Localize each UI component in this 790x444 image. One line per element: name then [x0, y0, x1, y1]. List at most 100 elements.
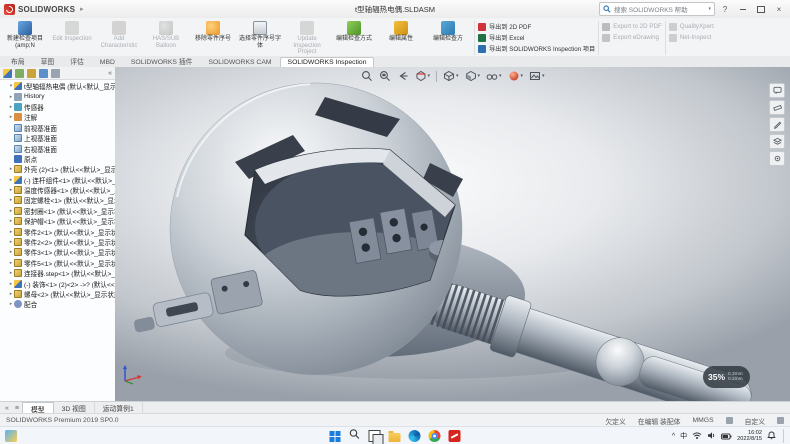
volume-icon[interactable]: [707, 427, 716, 444]
propertymanager-tab-icon[interactable]: [15, 69, 24, 78]
tray-overflow-caret-icon[interactable]: ^: [672, 433, 675, 440]
apply-scene-button[interactable]: ▾: [528, 69, 546, 83]
edit-appearance-button[interactable]: ▾: [507, 69, 525, 83]
tree-item[interactable]: ▸ 螺母<2> (默认<<默认>_显示状态...: [0, 289, 115, 299]
dropdown-caret-icon[interactable]: ▾: [521, 73, 524, 79]
ribbon-menu-item[interactable]: Net-Inspect: [669, 33, 714, 42]
minimize-button[interactable]: [735, 2, 751, 16]
maximize-button[interactable]: [753, 2, 769, 16]
ribbon-button[interactable]: 选择零件序号字体: [237, 19, 283, 57]
dropdown-caret-icon[interactable]: ▾: [456, 73, 459, 79]
ribbon-menu-item[interactable]: 导出到 Excel: [478, 33, 595, 42]
tree-item[interactable]: ▸ 传感器: [0, 102, 115, 112]
tree-item[interactable]: ▸ 外壳 (2)<1> (默认<<默认>_显示状态-: [0, 164, 115, 174]
layers-tool-button[interactable]: [769, 134, 785, 149]
tree-item[interactable]: ▸ 零件2<1> (默认<<默认>_显示状态...: [0, 226, 115, 236]
displaymanager-tab-icon[interactable]: [51, 69, 60, 78]
command-tab[interactable]: MBD: [92, 57, 123, 67]
solidworks-app-icon[interactable]: [449, 430, 461, 442]
wifi-icon[interactable]: [692, 427, 702, 444]
ribbon-menu-item[interactable]: Export eDrawing: [602, 33, 662, 42]
ribbon-button[interactable]: 编辑检查方: [425, 19, 471, 57]
featuremanager-tab-icon[interactable]: [3, 69, 12, 78]
comment-tool-button[interactable]: [769, 83, 785, 98]
tree-item[interactable]: ▸ 零件2<2> (默认<<默认>_显示状...: [0, 237, 115, 247]
edge-browser-icon[interactable]: [409, 430, 421, 442]
tab-list-icon[interactable]: ≡: [12, 405, 22, 412]
display-style-button[interactable]: ▾: [463, 69, 481, 83]
zoom-area-button[interactable]: [377, 69, 391, 83]
tree-item[interactable]: ▸ (-) 连杆组件<1> (默认<<默认>_显...: [0, 175, 115, 185]
ribbon-button[interactable]: Edit Inspection: [49, 19, 95, 57]
tree-item[interactable]: 右视基准面: [0, 143, 115, 153]
tree-item[interactable]: ▸ 连接器.step<1> (默认<<默认>_显...: [0, 268, 115, 278]
help-button[interactable]: ?: [717, 2, 733, 16]
configurationmanager-tab-icon[interactable]: [27, 69, 36, 78]
graphics-area[interactable]: ▾ ▾ ▾ ▾ ▾ ▾ 35%: [115, 67, 790, 401]
help-search-box[interactable]: 搜索 SOLIDWORKS 帮助 ▾: [599, 2, 715, 16]
tree-item[interactable]: ▸ 保护帽<1> (默认<<默认>_显示状...: [0, 216, 115, 226]
battery-icon[interactable]: [721, 427, 732, 444]
ribbon-button[interactable]: 编辑属性: [378, 19, 424, 57]
settings-tool-button[interactable]: [769, 151, 785, 166]
tree-item[interactable]: ▸ 注解: [0, 112, 115, 122]
ribbon-button[interactable]: Update Inspection Project: [284, 19, 330, 57]
tree-item[interactable]: 前视基准面: [0, 123, 115, 133]
section-view-button[interactable]: ▾: [413, 69, 431, 83]
notification-bell-icon[interactable]: [767, 427, 776, 444]
taskbar-search-icon[interactable]: [349, 427, 361, 444]
tree-item[interactable]: ▸ 固定螺栓<1> (默认<<默认>_显示状...: [0, 195, 115, 205]
edit-status-icon[interactable]: [726, 417, 733, 424]
input-method-indicator[interactable]: 中: [680, 431, 687, 441]
dimxpertmanager-tab-icon[interactable]: [39, 69, 48, 78]
collapse-panel-arrow-icon[interactable]: «: [108, 70, 112, 77]
command-tab[interactable]: 布局: [3, 54, 33, 67]
status-item-units[interactable]: MMGS: [692, 417, 713, 424]
command-tab[interactable]: SOLIDWORKS CAM: [200, 57, 279, 67]
ribbon-menu-item[interactable]: 导出到 2D PDF: [478, 22, 595, 31]
close-button[interactable]: ×: [771, 2, 787, 16]
dropdown-caret-icon[interactable]: ▾: [477, 73, 480, 79]
tree-item[interactable]: ▸ History: [0, 91, 115, 101]
dropdown-caret-icon[interactable]: ▾: [427, 73, 430, 79]
tree-item[interactable]: ▸ 零件3<1> (默认<<默认>_显示状...: [0, 247, 115, 257]
ribbon-button[interactable]: 编辑检查方式: [331, 19, 377, 57]
tree-item[interactable]: ▸ 零件5<1> (默认<<默认>_显示状...: [0, 258, 115, 268]
chrome-browser-icon[interactable]: [429, 430, 441, 442]
ribbon-button[interactable]: HAS/SUB Balloon: [143, 19, 189, 57]
tree-item[interactable]: ▸ 温度传感器<1> (默认<<默认>_显示...: [0, 185, 115, 195]
search-dropdown-caret-icon[interactable]: ▾: [708, 6, 711, 12]
dropdown-caret-icon[interactable]: ▾: [542, 73, 545, 79]
start-button-icon[interactable]: [330, 431, 341, 442]
tree-item[interactable]: ▾ t型轴辐热电偶 (默认<默认_显示状态-1: [0, 81, 115, 91]
command-tab[interactable]: 评估: [62, 54, 92, 67]
3d-model-thermocouple-assembly[interactable]: [115, 67, 790, 401]
zoom-fit-button[interactable]: [359, 69, 373, 83]
status-item-custom[interactable]: 自定义: [745, 416, 765, 426]
task-view-icon[interactable]: [369, 430, 381, 442]
ribbon-button[interactable]: 新建检查项目(amp;N: [2, 19, 48, 57]
show-desktop-sliver[interactable]: [783, 429, 786, 443]
dropdown-caret-icon[interactable]: ▾: [499, 73, 502, 79]
ribbon-menu-item[interactable]: 导出到 SOLIDWORKS Inspection 项目: [478, 44, 595, 53]
tree-item[interactable]: ▸ 密封圈<1> (默认<<默认>_显示状态...: [0, 206, 115, 216]
tree-item[interactable]: 上视基准面: [0, 133, 115, 143]
ribbon-button[interactable]: 移除零件序号: [190, 19, 236, 57]
command-tab[interactable]: SOLIDWORKS Inspection: [280, 57, 375, 67]
view-orientation-button[interactable]: ▾: [442, 69, 460, 83]
hide-show-items-button[interactable]: ▾: [485, 69, 503, 83]
tree-item[interactable]: ▸ (-) 装饰<1> (2)<2> ->? (默认<<默...: [0, 278, 115, 288]
menu-expand-arrow-icon[interactable]: ▸: [78, 5, 86, 13]
measure-tool-button[interactable]: [769, 100, 785, 115]
customize-status-icon[interactable]: [777, 417, 784, 424]
tab-scroll-left-icon[interactable]: «: [2, 405, 12, 412]
file-explorer-icon[interactable]: [389, 433, 401, 442]
markup-tool-button[interactable]: [769, 117, 785, 132]
ribbon-menu-item[interactable]: QualityXpert: [669, 22, 714, 31]
ribbon-button[interactable]: Add Characteristic: [96, 19, 142, 57]
command-tab[interactable]: SOLIDWORKS 插件: [123, 54, 201, 67]
clock[interactable]: 16:02 2022/8/15: [737, 430, 762, 443]
ribbon-menu-item[interactable]: Export to 2D PDF: [602, 22, 662, 31]
previous-view-button[interactable]: [395, 69, 409, 83]
tree-item[interactable]: 原点: [0, 154, 115, 164]
